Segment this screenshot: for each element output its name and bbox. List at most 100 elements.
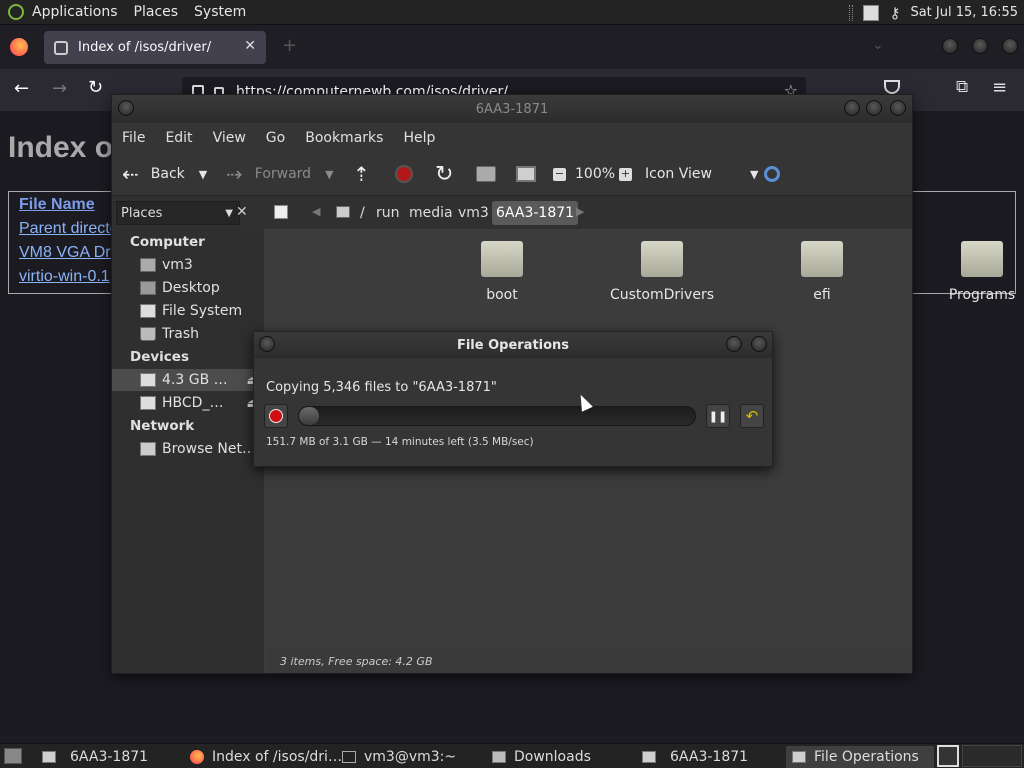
home-button[interactable] [476, 153, 496, 195]
menu-logo-icon[interactable] [8, 4, 24, 20]
minimize-icon[interactable] [844, 100, 860, 116]
clock[interactable]: Sat Jul 15, 16:55 [910, 5, 1018, 20]
row-virtio-win[interactable]: virtio-win-0.1 [19, 268, 110, 286]
task-terminal[interactable]: vm3@vm3:~ [336, 746, 456, 768]
workspace-switcher[interactable] [937, 745, 959, 767]
hamburger-menu-icon[interactable]: ≡ [992, 77, 1007, 98]
task-file-manager[interactable]: 6AA3-1871 [36, 746, 148, 768]
back-arrow-icon[interactable]: ← [14, 78, 29, 99]
sidebar-item-vm3[interactable]: vm3 [112, 254, 264, 276]
minimize-icon[interactable] [726, 336, 742, 352]
edit-location-icon[interactable] [274, 205, 288, 219]
applications-menu[interactable]: Applications [32, 4, 118, 20]
tab-index-of-isos-driver[interactable]: Index of /isos/driver/ ✕ [44, 31, 266, 64]
sidebar-item-trash[interactable]: Trash [112, 323, 264, 345]
close-icon[interactable] [751, 336, 767, 352]
file-manager-titlebar[interactable]: 6AA3-1871 [112, 95, 912, 123]
window-maximize-icon[interactable] [972, 38, 988, 54]
path-run[interactable]: run [372, 201, 404, 225]
places-menu[interactable]: Places [134, 4, 179, 20]
path-scroll-left-icon[interactable]: ◀ [312, 205, 320, 218]
copy-progress-bar [298, 406, 696, 426]
close-icon[interactable] [890, 100, 906, 116]
task-file-operations[interactable]: File Operations [786, 746, 934, 768]
menu-file[interactable]: File [122, 130, 145, 146]
pause-button[interactable]: ❚❚ [706, 404, 730, 428]
window-minimize-icon[interactable] [942, 38, 958, 54]
zoom-out-button[interactable]: − [553, 153, 566, 195]
reload-button[interactable]: ↻ [435, 153, 453, 195]
menu-view[interactable]: View [213, 130, 246, 146]
window-title: 6AA3-1871 [475, 101, 549, 117]
sidebar-selector-label: Places [121, 205, 163, 221]
window-close-icon[interactable] [1002, 38, 1018, 54]
up-button[interactable]: ⇡ [353, 153, 370, 195]
path-root[interactable]: / [356, 201, 369, 225]
firefox-logo-icon[interactable] [10, 38, 28, 56]
firefox-tabbar: Index of /isos/driver/ ✕ + ⌄ [0, 25, 1024, 69]
sidebar-item-browse-network[interactable]: Browse Net… [112, 438, 264, 460]
system-menu[interactable]: System [194, 4, 246, 20]
task-firefox[interactable]: Index of /isos/dri… [184, 746, 342, 768]
sidebar-item-usb-drive[interactable]: 4.3 GB … ⏏ [112, 369, 264, 391]
path-vm3[interactable]: vm3 [454, 201, 493, 225]
task-label: File Operations [814, 749, 919, 765]
sidebar-heading-network: Network [130, 418, 195, 434]
view-mode-select[interactable]: Icon View ▼ [645, 153, 758, 195]
task-downloads[interactable]: Downloads [486, 746, 591, 768]
extensions-icon[interactable]: ⧉ [956, 77, 968, 97]
sidebar-item-hbcd[interactable]: HBCD_… ⏏ [112, 392, 264, 414]
file-operations-titlebar[interactable]: File Operations [254, 332, 772, 358]
status-bar: 3 items, Free space: 4.2 GB [266, 649, 912, 673]
row-parent-directory[interactable]: Parent directo [19, 220, 119, 238]
menu-bookmarks[interactable]: Bookmarks [305, 130, 383, 146]
sidebar-item-desktop[interactable]: Desktop [112, 277, 264, 299]
copy-progress-fill [299, 407, 319, 425]
new-tab-icon[interactable]: + [282, 35, 297, 56]
sidebar-selector[interactable]: Places ▼ [116, 201, 240, 225]
notes-icon[interactable] [863, 4, 880, 21]
key-icon[interactable]: ⚷ [889, 4, 900, 22]
path-media[interactable]: media [405, 201, 457, 225]
workspace-2[interactable] [962, 745, 1022, 767]
sidebar-item-label: Browse Net… [162, 441, 257, 457]
folder-boot[interactable]: boot [442, 241, 562, 303]
undo-button[interactable]: ↶ [740, 404, 764, 428]
show-desktop-icon[interactable] [4, 748, 22, 764]
forward-button[interactable]: ⇢ Forward ▼ [226, 153, 334, 195]
task-file-manager-2[interactable]: 6AA3-1871 [636, 746, 748, 768]
folder-efi[interactable]: efi [762, 241, 882, 303]
window-menu-icon[interactable] [118, 100, 134, 116]
stop-button[interactable] [395, 153, 413, 195]
back-history-icon[interactable]: ▼ [199, 168, 207, 181]
forward-arrow-icon[interactable]: → [52, 78, 67, 99]
column-header-file-name[interactable]: File Name [19, 196, 95, 214]
close-sidebar-icon[interactable]: ✕ [236, 204, 248, 220]
pause-icon: ❚❚ [708, 409, 728, 423]
forward-icon: ⇢ [226, 162, 243, 186]
folder-customdrivers[interactable]: CustomDrivers [602, 241, 722, 303]
row-vm8-vga-driver[interactable]: VM8 VGA Dri [19, 244, 114, 262]
menu-go[interactable]: Go [266, 130, 285, 146]
path-current[interactable]: 6AA3-1871 [492, 201, 579, 225]
folder-programs[interactable]: Programs [922, 241, 1024, 303]
zoom-in-button[interactable]: + [619, 153, 632, 195]
maximize-icon[interactable] [866, 100, 882, 116]
forward-history-icon[interactable]: ▼ [325, 168, 333, 181]
path-scroll-right-icon[interactable]: ▶ [576, 205, 584, 218]
search-button[interactable] [764, 153, 780, 195]
back-icon: ⇠ [122, 162, 139, 186]
window-menu-icon[interactable] [259, 336, 275, 352]
cancel-copy-button[interactable] [264, 404, 288, 428]
menu-help[interactable]: Help [403, 130, 435, 146]
zoom-level[interactable]: 100% [575, 153, 615, 195]
pocket-icon[interactable] [884, 80, 900, 94]
computer-button[interactable] [516, 153, 536, 195]
reload-icon[interactable]: ↻ [88, 77, 103, 98]
sidebar-item-file-system[interactable]: File System [112, 300, 264, 322]
tab-list-icon[interactable]: ⌄ [872, 37, 884, 53]
tab-close-icon[interactable]: ✕ [244, 38, 256, 54]
path-drive-icon[interactable] [336, 206, 350, 218]
menu-edit[interactable]: Edit [165, 130, 192, 146]
back-button[interactable]: ⇠ Back ▼ [122, 153, 207, 195]
